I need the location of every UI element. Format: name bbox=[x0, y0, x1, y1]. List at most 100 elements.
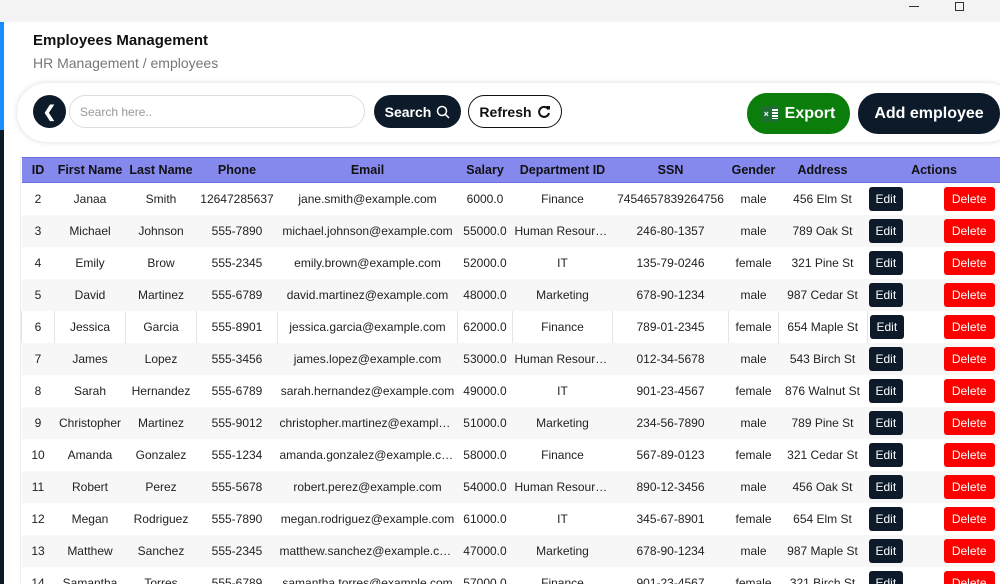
search-label: Search bbox=[384, 103, 432, 120]
delete-button[interactable]: Delete bbox=[943, 475, 995, 499]
table-cell: amanda.gonzalez@example.com bbox=[279, 448, 458, 462]
delete-button[interactable]: Delete bbox=[943, 347, 995, 371]
table-cell: Rodriguez bbox=[133, 512, 189, 526]
edit-button[interactable]: Edit bbox=[868, 251, 904, 275]
delete-button[interactable]: Delete bbox=[943, 411, 995, 435]
table-cell: Human Resources bbox=[512, 215, 613, 247]
delete-button[interactable]: Delete bbox=[943, 187, 995, 211]
column-header[interactable]: SSN bbox=[612, 157, 729, 183]
table-row[interactable]: 3 Michael Johnson 555-7890 michael.johnson@e… bbox=[21, 215, 1000, 247]
edit-button[interactable]: Edit bbox=[868, 347, 904, 371]
add-employee-button[interactable]: Add employee bbox=[858, 93, 1000, 134]
table-row[interactable]: 10 Amanda Gonzalez 555-1234 amanda.gonzalez@… bbox=[22, 439, 1000, 471]
back-button[interactable]: ❮ bbox=[33, 95, 66, 128]
table-cell: 555-3456 bbox=[196, 343, 278, 375]
minimize-icon[interactable] bbox=[909, 6, 919, 7]
table-cell: 7 bbox=[21, 343, 55, 375]
table-cell: 57000.0 bbox=[463, 576, 507, 584]
sidebar-edge-dark bbox=[0, 130, 4, 584]
column-header[interactable]: Department ID bbox=[512, 157, 613, 183]
table-row[interactable]: 13 Matthew Sanchez 555-2345 matthew.sanchez@… bbox=[21, 535, 1000, 567]
column-header[interactable]: Salary bbox=[457, 157, 513, 183]
table-row[interactable]: 6 Jessica Garcia 555-8901 jessica.garcia@exa… bbox=[21, 311, 1000, 343]
edit-button[interactable]: Edit bbox=[868, 475, 904, 499]
delete-button[interactable]: Delete bbox=[943, 315, 995, 339]
table-row[interactable]: 2 Janaa Smith 12647285637 jane.smith@example… bbox=[22, 183, 1000, 216]
table-cell: 456 Oak St bbox=[778, 471, 867, 503]
table-cell: Lopez bbox=[125, 343, 197, 375]
table-cell: IT bbox=[557, 256, 568, 270]
column-header[interactable]: Email bbox=[277, 157, 458, 183]
refresh-button[interactable]: Refresh bbox=[468, 95, 562, 128]
table-row[interactable]: 7 James Lopez 555-3456 james.lopez@example.c… bbox=[21, 343, 1000, 375]
column-header[interactable]: Last Name bbox=[125, 157, 197, 183]
table-cell: 8 bbox=[34, 384, 42, 398]
table-cell: Johnson bbox=[125, 215, 197, 247]
table-row[interactable]: 12 Megan Rodriguez 555-7890 megan.rodriguez@… bbox=[22, 503, 1000, 535]
delete-button[interactable]: Delete bbox=[943, 443, 995, 467]
table-row[interactable]: 4 Emily Brow 555-2345 emily.brown@example.co… bbox=[22, 247, 1000, 279]
export-button[interactable]: × Export bbox=[747, 93, 850, 134]
table-cell: 51000.0 bbox=[457, 407, 513, 439]
column-header[interactable]: ID bbox=[21, 157, 55, 183]
table-cell: 12 bbox=[31, 512, 45, 526]
delete-button[interactable]: Delete bbox=[943, 379, 995, 403]
column-header[interactable]: First Name bbox=[54, 157, 126, 183]
delete-button[interactable]: Delete bbox=[943, 507, 995, 531]
employees-table: ID First Name Last Name Phone Email Salary Dep… bbox=[20, 157, 1000, 584]
edit-button[interactable]: Edit bbox=[868, 507, 904, 531]
table-cell: Matthew bbox=[54, 535, 126, 567]
edit-button[interactable]: Edit bbox=[868, 411, 904, 435]
table-row[interactable]: 9 Christopher Martinez 555-9012 christopher.… bbox=[21, 407, 1000, 439]
table-cell: Finance bbox=[541, 192, 584, 206]
table-cell: IT bbox=[557, 384, 568, 398]
table-cell: male bbox=[728, 215, 779, 247]
edit-button[interactable]: Edit bbox=[868, 219, 904, 243]
table-cell: male bbox=[740, 192, 767, 206]
edit-button[interactable]: Edit bbox=[868, 539, 904, 563]
table-row[interactable]: 5 David Martinez 555-6789 david.martinez@exa… bbox=[21, 279, 1000, 311]
edit-button[interactable]: Edit bbox=[868, 443, 904, 467]
edit-button[interactable]: Edit bbox=[868, 571, 904, 584]
delete-button[interactable]: Delete bbox=[943, 539, 995, 563]
table-row[interactable]: 14 Samantha Torres 555-6789 samantha.torres@… bbox=[22, 567, 1000, 584]
sidebar-edge bbox=[0, 22, 4, 130]
column-header[interactable]: Gender bbox=[728, 157, 779, 183]
table-cell: jessica.garcia@example.com bbox=[277, 311, 458, 343]
column-header[interactable]: Phone bbox=[196, 157, 278, 183]
column-header[interactable]: Actions bbox=[866, 157, 1000, 183]
table-cell: 13 bbox=[21, 535, 55, 567]
delete-button[interactable]: Delete bbox=[943, 219, 995, 243]
edit-button[interactable]: Edit bbox=[868, 379, 904, 403]
table-cell: jane.smith@example.com bbox=[298, 192, 437, 206]
table-row[interactable]: 11 Robert Perez 555-5678 robert.perez@exampl… bbox=[21, 471, 1000, 503]
table-cell: christopher.martinez@example.com bbox=[277, 407, 458, 439]
table-cell: Michael bbox=[54, 215, 126, 247]
table-cell: sarah.hernandez@example.com bbox=[280, 384, 455, 398]
delete-button[interactable]: Delete bbox=[943, 251, 995, 275]
search-button[interactable]: Search bbox=[374, 95, 461, 128]
actions-cell: Edit Delete bbox=[866, 535, 1000, 567]
edit-button[interactable]: Edit bbox=[868, 283, 904, 307]
table-cell: female bbox=[728, 311, 779, 343]
table-cell: 555-7890 bbox=[196, 215, 278, 247]
actions-cell: Edit Delete bbox=[867, 503, 1000, 535]
table-cell: 987 Maple St bbox=[778, 535, 867, 567]
delete-button[interactable]: Delete bbox=[943, 283, 995, 307]
table-cell: 555-2345 bbox=[211, 256, 263, 270]
table-cell: 61000.0 bbox=[463, 512, 507, 526]
table-cell: 53000.0 bbox=[457, 343, 513, 375]
delete-button[interactable]: Delete bbox=[943, 571, 995, 584]
table-cell: Smith bbox=[145, 192, 177, 206]
table-cell: 321 Pine St bbox=[791, 256, 854, 270]
table-cell: 2 bbox=[34, 192, 42, 206]
maximize-icon[interactable] bbox=[955, 2, 964, 11]
table-cell: 54000.0 bbox=[457, 471, 513, 503]
table-cell: Marketing bbox=[512, 407, 613, 439]
search-input[interactable] bbox=[69, 95, 365, 128]
table-cell: Sanchez bbox=[125, 535, 197, 567]
table-row[interactable]: 8 Sarah Hernandez 555-6789 sarah.hernandez@e… bbox=[22, 375, 1000, 407]
edit-button[interactable]: Edit bbox=[869, 315, 905, 339]
column-header[interactable]: Address bbox=[778, 157, 867, 183]
edit-button[interactable]: Edit bbox=[868, 187, 904, 211]
